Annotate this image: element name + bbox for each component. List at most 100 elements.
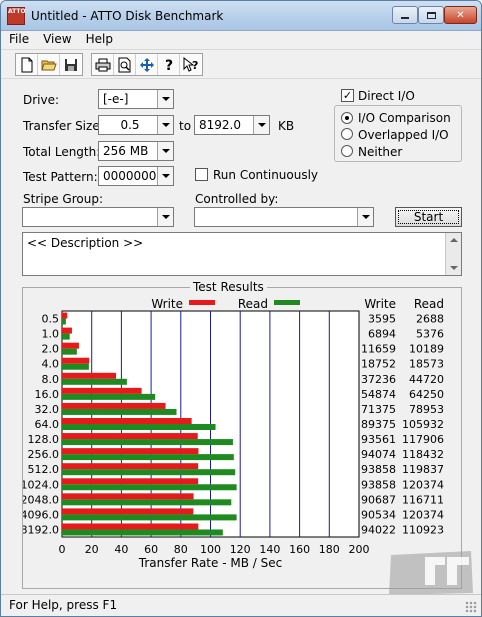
chevron-down-icon[interactable] [157,90,173,108]
read-bar [62,424,216,430]
close-button[interactable]: ✕ [444,6,477,24]
read-bar [62,333,70,340]
run-continuously-label[interactable]: Run Continuously [213,168,318,182]
minimize-button[interactable] [392,6,418,24]
transfer-size-to-value: 8192.0 [199,118,241,132]
menu-help[interactable]: Help [86,31,113,49]
x-tick-label: 60 [144,543,158,556]
test-pattern-label: Test Pattern: [23,170,98,184]
kb-label: KB [278,119,295,133]
radio-io-comparison-label[interactable]: I/O Comparison [358,111,451,125]
print-preview-button[interactable] [114,54,136,75]
x-axis-label: Transfer Rate - MB / Sec [138,556,282,570]
read-bar [62,514,237,521]
y-tick-label: 0.5 [42,313,60,326]
menu-view[interactable]: View [43,31,71,49]
write-value: 71375 [361,403,396,416]
write-value: 3595 [368,313,396,326]
y-tick-label: 8.0 [42,373,60,386]
read-bar [62,378,127,385]
write-bar [62,433,198,440]
chevron-down-icon[interactable] [157,116,173,134]
write-bar [62,478,199,485]
drive-value: [-e-] [103,92,129,106]
write-bar [62,372,117,379]
toolbar-tools-group: ? ? [91,53,203,76]
toolbar: ? ? [1,49,481,79]
status-text: For Help, press F1 [9,598,118,612]
run-continuously-checkbox[interactable] [195,168,208,181]
move-arrows-icon [139,57,154,72]
chevron-down-icon[interactable] [157,142,173,160]
read-value: 78953 [409,403,444,416]
read-value: 10189 [409,343,444,356]
radio-neither[interactable] [341,145,353,157]
x-tick-label: 20 [85,543,99,556]
maximize-icon [426,11,436,19]
description-field[interactable]: << Description >> [22,232,462,276]
radio-io-comparison[interactable] [341,112,353,124]
read-bar [62,484,237,491]
read-value: 118432 [402,448,444,461]
legend-write-swatch [189,300,215,305]
open-button[interactable] [38,54,60,75]
direct-io-label[interactable]: Direct I/O [358,89,415,103]
menu-file[interactable]: File [9,31,29,49]
description-scrollbar[interactable] [445,233,461,275]
write-value: 94022 [361,523,396,536]
x-tick-label: 80 [174,543,188,556]
read-value: 117906 [402,433,444,446]
chevron-down-icon[interactable] [357,208,373,226]
save-button[interactable] [60,54,82,75]
resize-grip-icon[interactable] [465,601,477,613]
scroll-down-icon[interactable] [450,266,458,270]
legit-reviews-logo [389,551,473,595]
description-text: << Description >> [27,236,144,250]
read-value: 5376 [416,328,444,341]
move-button[interactable] [136,54,158,75]
title-bar[interactable]: ATTO Untitled - ATTO Disk Benchmark ✕ [1,1,481,31]
radio-neither-label[interactable]: Neither [358,145,402,159]
scroll-up-icon[interactable] [450,238,458,242]
write-value: 37236 [361,373,396,386]
read-bar [62,408,177,415]
x-tick-label: 120 [230,543,251,556]
maximize-button[interactable] [418,6,444,24]
read-bar [62,499,232,506]
write-bar [62,523,199,530]
read-value: 44720 [409,373,444,386]
write-bar [62,463,199,470]
start-button[interactable]: Start [395,207,462,227]
write-value: 11659 [361,343,396,356]
transfer-size-from-select[interactable]: 0.5 [98,115,174,135]
context-help-icon: ? [183,56,198,72]
controlled-by-select[interactable] [194,207,374,227]
chevron-down-icon[interactable] [157,167,173,185]
chevron-down-icon[interactable] [157,208,173,226]
direct-io-checkbox[interactable]: ✓ [341,89,354,102]
read-value: 110923 [402,523,444,536]
drive-select[interactable]: [-e-] [98,89,174,109]
print-button[interactable] [92,54,114,75]
x-tick-label: 40 [114,543,128,556]
stripe-group-select[interactable] [22,207,174,227]
chevron-down-icon[interactable] [253,116,269,134]
total-length-select[interactable]: 256 MB [98,141,174,161]
help-button[interactable]: ? [158,54,180,75]
context-help-button[interactable]: ? [180,54,202,75]
radio-overlapped-io[interactable] [341,128,353,140]
write-value: 94074 [361,448,396,461]
svg-text:?: ? [165,58,173,73]
results-chart: 0 20 40 60 80 100 120 140 160 180 200 Transfer Rate… [23,297,444,570]
transfer-size-to-select[interactable]: 8192.0 [194,115,270,135]
new-button[interactable] [16,54,38,75]
atto-app-icon[interactable]: ATTO [7,7,26,25]
test-pattern-select[interactable]: 00000000 [98,166,174,186]
read-bar [62,393,156,400]
app-window: ATTO Untitled - ATTO Disk Benchmark ✕ Fi… [0,0,482,617]
radio-overlapped-io-label[interactable]: Overlapped I/O [358,128,449,142]
read-column-header: Read [414,297,444,311]
y-tick-label: 8192.0 [23,523,59,536]
status-bar: For Help, press F1 [1,594,481,616]
write-value: 6894 [368,328,396,341]
